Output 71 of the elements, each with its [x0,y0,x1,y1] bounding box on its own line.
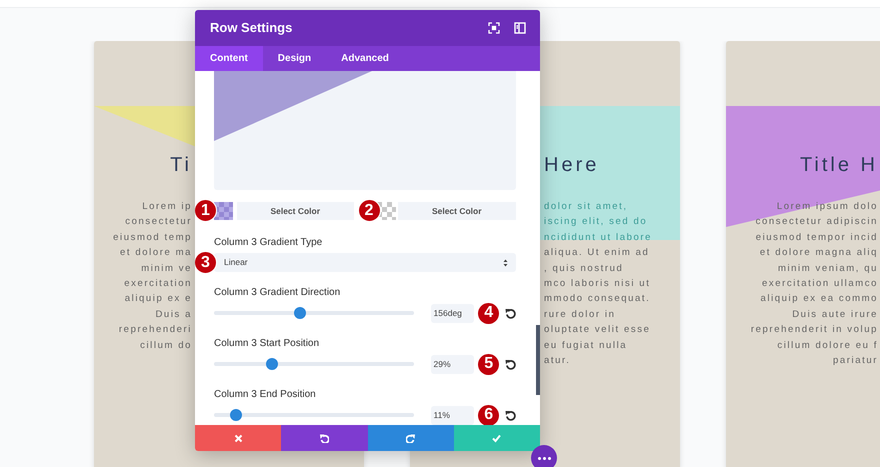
sidebar-icon[interactable] [514,22,526,34]
tab[interactable]: Design [262,46,326,71]
body-text: eu fugiat nulla [544,338,628,353]
body-text: Lorem ipsum dolo [776,200,878,214]
field-label: Column 3 Gradient Direction [214,287,342,299]
value-field[interactable]: 11% [430,406,474,424]
card-title: Here [544,153,600,177]
body-text: ncididunt ut labore [544,230,652,245]
number-marker: 3 [195,251,217,274]
select-color-button[interactable]: Select Color [398,202,516,220]
body-text: cillum dolore eu f [777,338,878,353]
value-field[interactable]: 156deg [430,304,474,322]
body-text: minim veniam, qu [778,262,878,276]
reset-icon[interactable] [505,358,516,370]
body-text: mmodo consequat. [544,292,650,306]
fullscreen-icon[interactable] [488,22,500,34]
body-text: minim ve [141,262,192,276]
body-text: Lorem ip [142,200,192,214]
number-marker: 2 [358,199,380,222]
body-text: eiusmod tempor incid [756,230,878,245]
body-text: aliquip ex ea commo [760,292,878,306]
slider-thumb[interactable] [230,409,242,421]
field-label: Column 3 End Position [214,389,317,401]
body-text: exercitation [124,277,192,292]
number-marker: 5 [477,352,500,376]
field-label: Column 3 Start Position [214,338,320,350]
body-text: et dolore magna aliq [760,246,878,260]
number-marker: 6 [477,404,500,426]
body-text: consectetur adipiscin [756,215,878,230]
select-dropdown[interactable]: Linear [214,253,516,272]
body-text: Duis a [155,308,192,322]
body-text: aliquip ex e [124,292,192,306]
number-marker: 1 [195,199,217,222]
undo-icon [320,434,329,442]
body-text: Duis aute irure [792,308,878,322]
modal-title: Row Settings [210,19,294,38]
body-text: mco laboris nisi ut [544,277,650,292]
body-text: et dolore ma [120,246,192,260]
scrollbar-thumb[interactable] [536,325,540,395]
check-icon [492,434,502,442]
value-field[interactable]: 29% [430,354,474,374]
field-label: Column 3 Gradient Type [214,237,324,249]
reset-icon[interactable] [505,308,516,318]
updown-caret-icon [503,258,508,266]
reset-icon[interactable] [505,410,516,420]
select-color-button[interactable]: Select Color [237,202,354,220]
number-marker: 4 [477,302,500,324]
close-icon [234,434,243,442]
body-text: pariatur [832,354,878,368]
body-text: consectetur [125,215,192,230]
tab[interactable]: Content [195,46,263,71]
color-swatch[interactable] [214,202,233,220]
tab[interactable]: Advanced [326,46,404,71]
select-value: Linear [224,256,248,269]
body-text: rure dolor in [544,308,616,322]
card-title: Ti [170,153,192,177]
body-text: cillum do [140,338,192,353]
body-text: reprehenderi [118,323,192,338]
redo-icon [406,434,416,442]
body-text: reprehenderit in volup [750,323,878,338]
slider-thumb[interactable] [294,307,306,319]
body-text: dolor sit amet, [544,200,628,214]
slider-thumb[interactable] [266,358,278,370]
body-text: aliqua. Ut enim ad [544,246,650,260]
body-text: oluptate velit esse [544,323,650,338]
body-text: eiusmod temp [113,230,192,245]
card-title: Title H [800,153,878,177]
body-text: , quis nostrud [544,262,624,276]
body-text: atur. [544,354,570,368]
body-text: exercitation ullamco [762,277,878,292]
body-text: iscing elit, sed do [544,215,648,230]
